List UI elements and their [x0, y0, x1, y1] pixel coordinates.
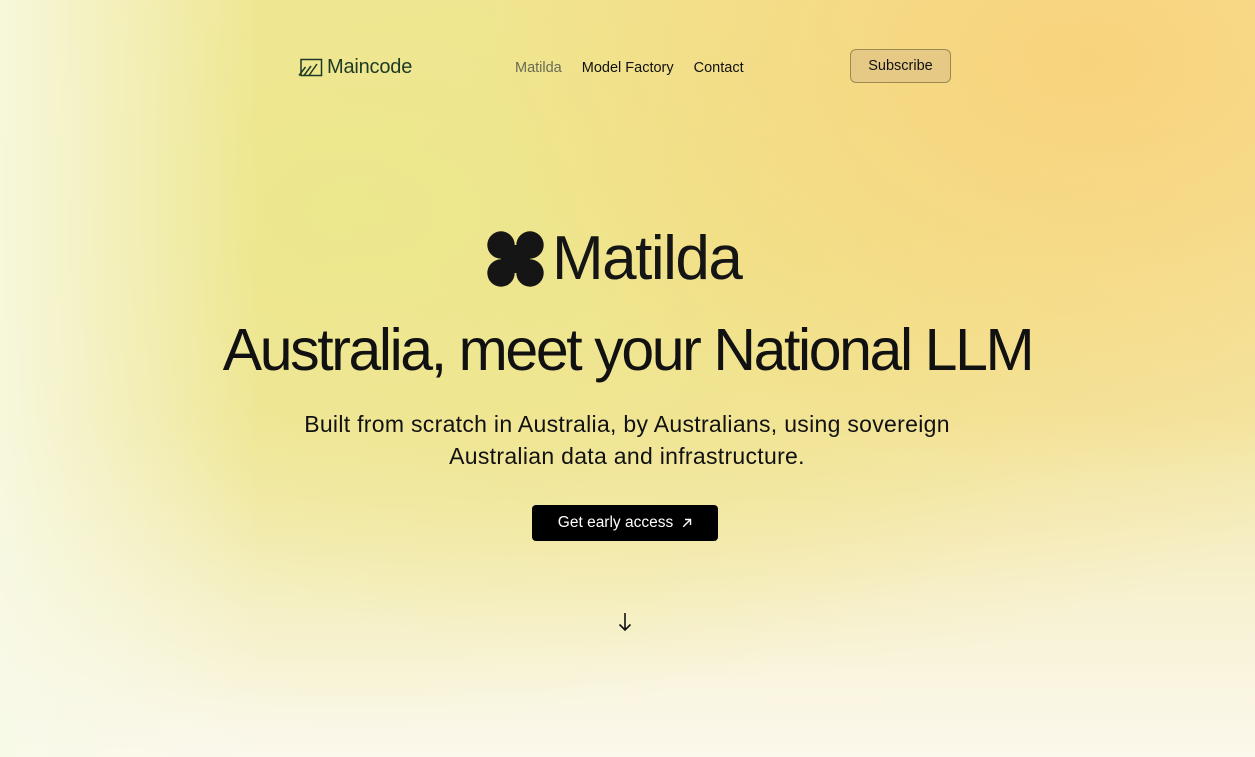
nav-links: Matilda Model Factory Contact: [515, 59, 744, 77]
cta-label: Get early access: [557, 514, 674, 531]
get-early-access-button[interactable]: Get early access: [532, 505, 718, 541]
nav-link-model-factory[interactable]: Model Factory: [582, 59, 674, 77]
product-name: Matilda: [552, 224, 743, 293]
hero-subheading: Built from scratch in Australia, by Aust…: [304, 411, 950, 469]
arrow-up-right-icon: [682, 518, 692, 528]
subscribe-button[interactable]: Subscribe: [850, 49, 951, 83]
nav-link-contact[interactable]: Contact: [694, 59, 744, 77]
hero-headline: Australia, meet your National LLM: [222, 317, 1035, 383]
matilda-logo: Matilda: [487, 224, 743, 293]
clover-logo-icon: [487, 231, 544, 287]
arrow-down-icon[interactable]: [617, 612, 633, 632]
maincode-logo[interactable]: Maincode: [298, 57, 412, 77]
maincode-logo-icon: [298, 58, 323, 76]
logo-text: Maincode: [327, 56, 413, 78]
nav-link-matilda[interactable]: Matilda: [515, 59, 562, 77]
top-navigation: Maincode Matilda Model Factory Contact S…: [298, 49, 951, 85]
